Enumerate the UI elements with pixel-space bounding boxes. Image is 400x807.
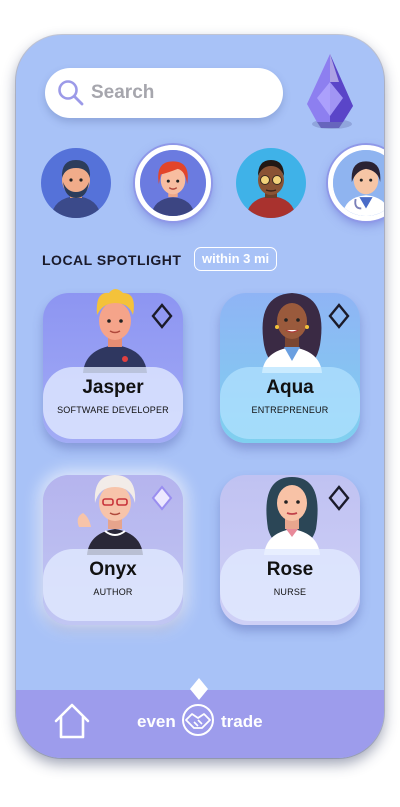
diamond-icon[interactable] [151, 485, 173, 511]
onyx-portrait [77, 475, 143, 555]
profile-card-rose[interactable]: Rose NURSE [220, 475, 360, 625]
diamond-icon[interactable] [328, 485, 350, 511]
home-icon[interactable] [52, 701, 92, 741]
jasper-portrait [83, 289, 147, 373]
spotlight-radius-badge[interactable]: within 3 mi [194, 247, 278, 271]
card-name: Rose [266, 559, 314, 580]
diamond-icon[interactable] [151, 303, 173, 329]
profile-card-jasper[interactable]: Jasper SOFTWARE DEVELOPER [43, 289, 183, 443]
app-screen: LOCAL SPOTLIGHT within 3 mi Jasper SOFTW… [16, 35, 384, 758]
story-avatar-bearded-man[interactable] [41, 148, 111, 218]
card-role: ENTREPRENEUR [251, 405, 329, 415]
card-name: Jasper [82, 377, 144, 398]
brand-even: even [137, 712, 176, 731]
rose-portrait [264, 477, 320, 555]
story-avatar-redhead-woman[interactable] [135, 145, 211, 221]
handshake-icon[interactable] [180, 702, 216, 738]
story-avatar-doctor[interactable] [328, 145, 384, 221]
profile-card-aqua[interactable]: Aqua ENTREPRENEUR [220, 293, 360, 443]
card-role: SOFTWARE DEVELOPER [57, 405, 169, 415]
diamond-icon[interactable] [328, 303, 350, 329]
story-avatar-man-with-glasses[interactable] [236, 148, 306, 218]
brand-trade: trade [221, 712, 263, 731]
aqua-portrait [262, 293, 322, 373]
profile-card-onyx[interactable]: Onyx AUTHOR [43, 475, 183, 625]
spotlight-title: LOCAL SPOTLIGHT [42, 252, 182, 268]
card-role: AUTHOR [93, 587, 133, 597]
search-input[interactable] [89, 81, 263, 105]
card-name: Aqua [266, 377, 314, 398]
card-role: NURSE [273, 587, 307, 597]
search-icon [58, 80, 84, 106]
crystal-icon[interactable] [299, 52, 361, 132]
diamond-icon [190, 678, 208, 700]
search-bar[interactable] [45, 68, 283, 118]
card-name: Onyx [89, 559, 137, 580]
